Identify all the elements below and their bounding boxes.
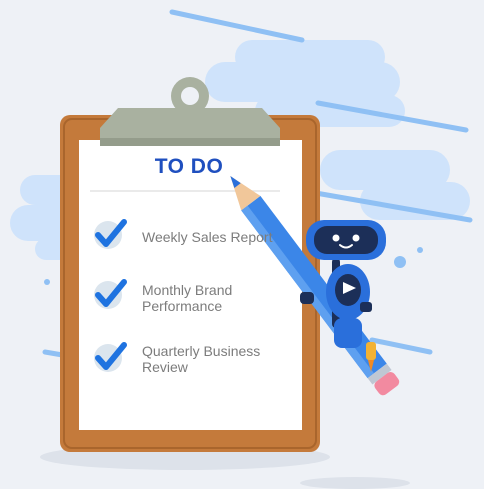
task-weekly-sales-report: Weekly Sales Report (142, 229, 273, 245)
task-quarterly-business-review: Quarterly Business Review (142, 343, 261, 375)
checkmark-icon (94, 342, 127, 372)
checkmark-icon (94, 279, 127, 309)
floor-shadow (300, 477, 410, 489)
todo-illustration: TO DO Weekly Sales Report Monthly Brand … (0, 0, 484, 489)
todo-title: TO DO (154, 155, 224, 178)
task-monthly-brand-performance: Monthly Brand Performance (142, 282, 233, 314)
checkmark-icon (94, 219, 127, 249)
